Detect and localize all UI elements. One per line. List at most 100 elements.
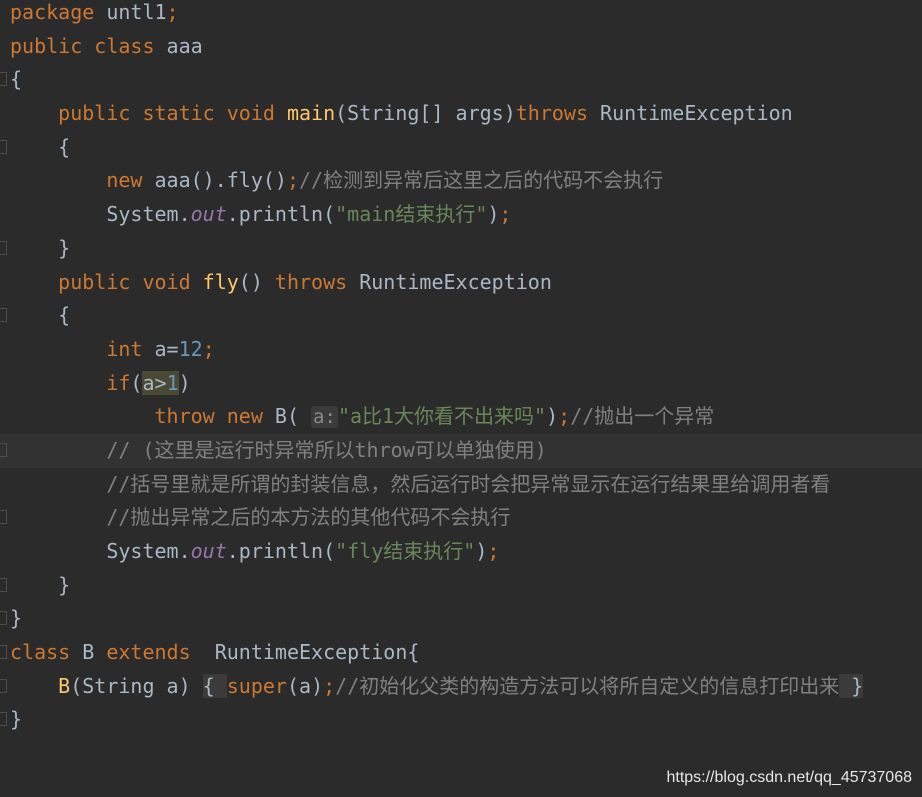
code-token: ; [323, 673, 336, 698]
code-token: 12 [178, 336, 203, 361]
code-line[interactable]: new aaa().fly();//检测到异常后这里之后的代码不会执行 [0, 164, 922, 198]
code-line[interactable]: } [0, 703, 922, 737]
code-token: //抛出一个异常 [570, 404, 715, 429]
code-token: fly [202, 269, 239, 294]
code-token: ; [487, 539, 500, 563]
code-line[interactable]: { [0, 63, 922, 97]
code-line[interactable]: public void fly() throws RuntimeExceptio… [0, 266, 922, 300]
code-token: } [58, 572, 71, 597]
code-token: RuntimeException{ [214, 640, 420, 665]
code-token: System. [106, 202, 191, 227]
code-line[interactable]: } [0, 232, 922, 266]
code-line[interactable]: B(String a) { super(a);//初始化父类的构造方法可以将所自… [0, 670, 922, 704]
code-token: int [106, 336, 155, 361]
code-token: out [190, 539, 227, 563]
code-token: "fly结束执行" [335, 539, 476, 563]
code-line[interactable]: System.out.println("main结束执行"); [0, 198, 922, 232]
code-token: aaa [166, 33, 203, 58]
code-token: // (这里是运行时异常所以throw可以单独使用) [106, 437, 547, 462]
code-line[interactable]: if(a>1) [0, 367, 922, 401]
code-token: "a比1大你看不出来吗" [337, 404, 547, 429]
code-token: RuntimeException [600, 101, 793, 126]
watermark: https://blog.csdn.net/qq_45737068 [666, 769, 912, 786]
code-token: //括号里就是所谓的封装信息，然后运行时会把异常显示在运行结果里给调用者看 [106, 471, 831, 496]
code-line[interactable]: throw new B( a: "a比1大你看不出来吗");//抛出一个异常 [0, 400, 922, 434]
code-token: { [202, 673, 227, 698]
code-token: main [286, 101, 336, 126]
code-token: } [10, 707, 23, 732]
code-token: (a) [286, 673, 324, 698]
code-token: ; [558, 404, 571, 429]
code-token: { [58, 134, 71, 159]
fold-marker-icon[interactable] [0, 442, 7, 457]
fold-marker-icon[interactable] [0, 72, 7, 87]
code-token: } [10, 606, 23, 631]
fold-marker-icon[interactable] [0, 308, 7, 323]
code-line[interactable]: // (这里是运行时异常所以throw可以单独使用) [0, 433, 922, 468]
fold-marker-icon[interactable] [0, 139, 7, 154]
code-token: ; [286, 168, 299, 193]
code-token: throws [515, 101, 601, 126]
fold-marker-icon[interactable] [0, 712, 7, 727]
code-token: class [10, 640, 83, 665]
code-line[interactable]: } [0, 602, 922, 636]
fold-marker-icon[interactable] [0, 510, 7, 525]
code-line[interactable]: //抛出异常之后的本方法的其他代码不会执行 [0, 501, 922, 535]
parameter-hint: a: [311, 406, 338, 429]
code-token: () [238, 269, 275, 294]
code-token: aaa().fly() [154, 168, 287, 193]
code-line[interactable]: public class aaa [0, 30, 922, 64]
code-token: ) [487, 202, 500, 227]
code-token: new [106, 168, 155, 193]
fold-marker-icon[interactable] [0, 577, 7, 592]
code-token: ; [499, 202, 512, 227]
fold-marker-icon[interactable] [0, 611, 7, 626]
code-line[interactable]: //括号里就是所谓的封装信息，然后运行时会把异常显示在运行结果里给调用者看 [0, 468, 922, 502]
code-token: public static void [58, 101, 287, 126]
code-token: { [58, 303, 71, 328]
code-token: ; [202, 336, 215, 361]
code-line[interactable]: public static void main(String[] args)th… [0, 97, 922, 131]
code-token: (String[] args) [335, 101, 516, 126]
code-token: { [10, 67, 23, 92]
code-token: (String a) [70, 673, 203, 698]
fold-marker-icon[interactable] [0, 240, 7, 255]
code-line[interactable]: System.out.println("fly结束执行"); [0, 535, 922, 569]
code-token: B( [274, 404, 312, 429]
code-token: a= [154, 336, 179, 361]
fold-marker-icon[interactable] [0, 645, 7, 660]
code-token: extends [106, 640, 215, 665]
code-token: 1 [166, 370, 179, 395]
fold-marker-icon[interactable] [0, 678, 7, 693]
code-line[interactable]: int a=12; [0, 333, 922, 367]
code-token: //检测到异常后这里之后的代码不会执行 [299, 168, 664, 193]
code-token: B [82, 640, 107, 665]
code-line[interactable]: package untl1; [0, 0, 922, 30]
code-token: } [839, 673, 864, 698]
code-line[interactable]: { [0, 299, 922, 333]
code-line[interactable]: { [0, 131, 922, 165]
code-line[interactable]: class B extends RuntimeException{ [0, 636, 922, 670]
code-token: package [10, 0, 107, 24]
code-token: ( [130, 370, 143, 395]
code-line[interactable]: } [0, 569, 922, 603]
code-token: out [190, 202, 227, 227]
code-token: throws [274, 269, 360, 294]
code-token: ; [166, 0, 179, 24]
code-editor[interactable]: package untl1; public class aaa{ public s… [0, 0, 922, 737]
code-token: public class [10, 33, 167, 58]
